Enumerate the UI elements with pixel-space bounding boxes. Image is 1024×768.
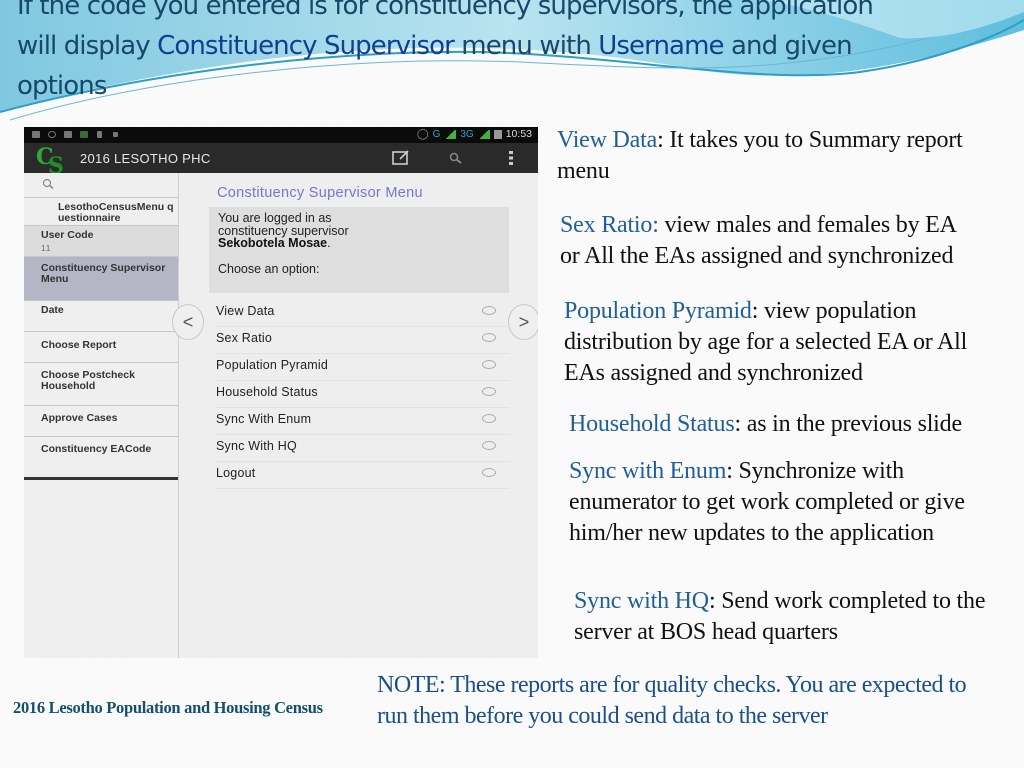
option-household-status[interactable]: Household Status xyxy=(215,381,510,408)
explanation-sync-with-hq: Sync with HQ: Send work completed to the… xyxy=(574,586,994,648)
drawer-item-date[interactable]: Date xyxy=(24,301,178,332)
explanation-text: : as in the previous slide xyxy=(734,411,962,437)
explanation-sex-ratio: Sex Ratio: view males and females by EA … xyxy=(560,210,980,272)
explanation-key: Household Status xyxy=(569,411,735,437)
slide-title: If the code you entered is for constitue… xyxy=(17,0,1007,106)
option-label: Household Status xyxy=(216,385,318,399)
drawer-item-questionnaire[interactable]: LesothoCensusMenu questionnaire xyxy=(24,198,178,226)
radio-button[interactable] xyxy=(482,333,496,342)
main-pane: Constituency Supervisor Menu You are log… xyxy=(172,173,538,658)
option-view-data[interactable]: View Data xyxy=(215,300,510,327)
explanation-key: Sex Ratio: xyxy=(560,212,659,238)
status-bar: ◯ G 3G 10:53 xyxy=(24,127,538,143)
previous-button[interactable]: < xyxy=(172,304,204,340)
radio-button[interactable] xyxy=(482,387,496,396)
slide-footer: 2016 Lesotho Population and Housing Cens… xyxy=(13,698,323,717)
navigation-drawer: LesothoCensusMenu questionnaire User Cod… xyxy=(24,173,179,658)
option-label: Sync With HQ xyxy=(216,439,297,453)
explanation-view-data: View Data: It takes you to Summary repor… xyxy=(557,125,977,187)
login-info-box: You are logged in as constituency superv… xyxy=(209,207,509,293)
radio-button[interactable] xyxy=(482,414,496,423)
edit-icon[interactable] xyxy=(390,148,412,168)
clock: 10:53 xyxy=(505,128,532,140)
title-text: and given xyxy=(723,31,853,61)
explanation-key: Sync with Enum xyxy=(569,458,727,484)
signal-icon-2 xyxy=(477,129,490,139)
info-line-1: You are logged in as xyxy=(218,211,332,225)
slide-note: NOTE: These reports are for quality chec… xyxy=(377,672,967,729)
drawer-item-constituency-supervisor-menu[interactable]: Constituency Supervisor Menu xyxy=(24,257,178,301)
option-sex-ratio[interactable]: Sex Ratio xyxy=(215,327,510,354)
user-code-value: 11 xyxy=(41,244,52,253)
option-label: Logout xyxy=(216,466,256,480)
lock-icon xyxy=(113,132,118,137)
network-type-2: 3G xyxy=(460,128,474,140)
screen-icon xyxy=(64,131,72,138)
option-list: View Data Sex Ratio Population Pyramid H… xyxy=(215,300,510,489)
explanation-key: Population Pyramid xyxy=(564,298,752,324)
app-title: 2016 LESOTHO PHC xyxy=(80,151,211,166)
radio-button[interactable] xyxy=(482,360,496,369)
option-logout[interactable]: Logout xyxy=(215,462,510,489)
explanation-population-pyramid: Population Pyramid: view population dist… xyxy=(564,296,1004,389)
explanation-key: View Data xyxy=(557,127,658,153)
option-sync-with-enum[interactable]: Sync With Enum xyxy=(215,408,510,435)
rotate-icon: ◯ xyxy=(416,128,429,140)
option-label: Sex Ratio xyxy=(216,331,272,345)
signal-icon xyxy=(444,129,457,139)
title-text: menu with xyxy=(453,31,599,61)
radio-button[interactable] xyxy=(482,468,496,477)
chevron-left-icon: < xyxy=(182,311,194,332)
username: Sekobotela Mosae xyxy=(218,236,328,250)
radio-button[interactable] xyxy=(482,306,496,315)
battery-icon xyxy=(493,129,502,139)
chevron-right-icon: > xyxy=(518,311,530,332)
notification-icon xyxy=(32,131,40,138)
title-highlight-menu: Constituency Supervisor xyxy=(157,31,455,61)
user-code-label: User Code xyxy=(41,229,94,241)
network-type: G xyxy=(432,128,441,140)
app-logo-icon: C S xyxy=(36,144,64,174)
app-notification-icon xyxy=(80,131,88,138)
period: . xyxy=(327,236,331,250)
drawer-item-user-code[interactable]: User Code 11 xyxy=(24,226,178,257)
overflow-menu-icon[interactable] xyxy=(500,148,522,168)
info-username-line: Sekobotela Mosae. xyxy=(218,237,500,250)
next-button[interactable]: > xyxy=(508,304,538,340)
option-label: Sync With Enum xyxy=(216,412,312,426)
status-right: ◯ G 3G 10:53 xyxy=(417,128,532,140)
title-highlight-username: Username xyxy=(598,31,724,61)
explanation-key: Sync with HQ xyxy=(574,588,709,614)
explanation-household-status: Household Status: as in the previous sli… xyxy=(569,409,1024,440)
menu-title: Constituency Supervisor Menu xyxy=(217,185,423,201)
search-icon xyxy=(42,178,54,190)
search-icon[interactable] xyxy=(445,148,467,168)
title-line-3: options xyxy=(17,71,107,101)
drawer-item-constituency-eacode[interactable]: Constituency EACode xyxy=(24,437,178,480)
svg-text:S: S xyxy=(48,153,64,174)
title-line-1: If the code you entered is for constitue… xyxy=(17,0,874,21)
option-sync-with-hq[interactable]: Sync With HQ xyxy=(215,435,510,462)
action-bar: C S 2016 LESOTHO PHC xyxy=(24,143,538,174)
usb-icon xyxy=(97,131,102,138)
option-label: Population Pyramid xyxy=(216,358,328,372)
explanation-sync-with-enum: Sync with Enum: Synchronize with enumera… xyxy=(569,456,1009,549)
title-text: will display xyxy=(17,31,158,61)
phone-screenshot: ◯ G 3G 10:53 C S 2016 LESOTHO PHC Lesoth… xyxy=(24,127,538,658)
option-label: View Data xyxy=(216,304,275,318)
whatsapp-icon xyxy=(48,131,56,138)
radio-button[interactable] xyxy=(482,441,496,450)
drawer-search[interactable] xyxy=(24,173,178,198)
title-line-2: will display Constituency Supervisor men… xyxy=(17,26,1007,66)
option-population-pyramid[interactable]: Population Pyramid xyxy=(215,354,510,381)
drawer-item-choose-postcheck-household[interactable]: Choose Postcheck Household xyxy=(24,363,178,406)
choose-prompt: Choose an option: xyxy=(218,261,320,276)
drawer-item-choose-report[interactable]: Choose Report xyxy=(24,332,178,363)
drawer-item-approve-cases[interactable]: Approve Cases xyxy=(24,406,178,437)
